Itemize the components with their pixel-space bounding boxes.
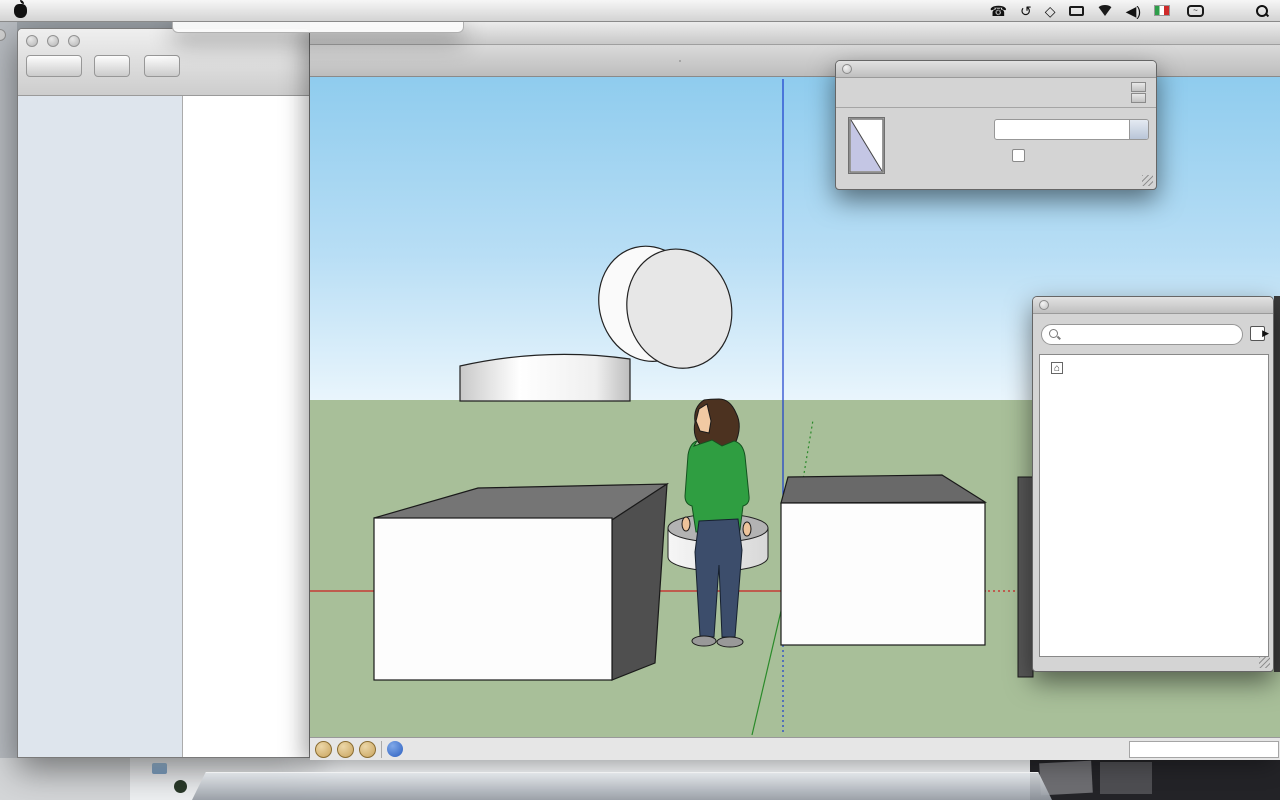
dock-shelf bbox=[192, 772, 1052, 800]
spotlight-icon[interactable] bbox=[1256, 5, 1268, 17]
folder-icon bbox=[152, 763, 167, 774]
background-file-row bbox=[174, 780, 193, 793]
close-window-button[interactable] bbox=[26, 35, 38, 47]
filter-button[interactable] bbox=[1250, 326, 1265, 341]
outliner-tree: ⌂ bbox=[1039, 354, 1269, 657]
help-icon[interactable] bbox=[387, 741, 403, 757]
entity-info-panel bbox=[835, 60, 1157, 190]
time-machine-status-icon[interactable]: ↺ bbox=[1020, 4, 1032, 18]
divider bbox=[381, 741, 382, 758]
background-window-right-edge bbox=[1274, 296, 1280, 672]
user-switch-status-icon[interactable]: ~ bbox=[1187, 5, 1204, 17]
path-button[interactable] bbox=[94, 55, 130, 77]
finder-titlebar bbox=[18, 29, 309, 96]
far-right-box-shape[interactable] bbox=[1018, 477, 1033, 677]
cylinder-shape[interactable] bbox=[460, 354, 630, 401]
input-language-menu[interactable] bbox=[1154, 5, 1174, 16]
phone-status-icon[interactable]: ☎ bbox=[990, 4, 1007, 18]
outliner-panel: ⌂ bbox=[1032, 296, 1274, 672]
italian-flag-icon bbox=[1154, 5, 1170, 16]
action-button[interactable] bbox=[144, 55, 180, 77]
left-box-shape[interactable] bbox=[374, 484, 667, 680]
credits-badge-icon[interactable] bbox=[337, 741, 354, 758]
layer-dropdown[interactable] bbox=[994, 119, 1149, 140]
menu-bar: ☎ ↺ ◇ ◀) ~ bbox=[0, 0, 1280, 22]
edit-menu-dropdown bbox=[172, 22, 464, 33]
outliner-titlebar[interactable] bbox=[1033, 297, 1273, 314]
measurements-input[interactable] bbox=[1129, 741, 1279, 758]
accessibility-status-icon[interactable]: ◇ bbox=[1045, 4, 1056, 18]
dock bbox=[192, 760, 1052, 800]
finder-sidebar bbox=[18, 96, 183, 757]
display-status-icon[interactable] bbox=[1069, 6, 1084, 16]
back-forward-buttons[interactable] bbox=[26, 55, 82, 77]
geo-badge-icon[interactable] bbox=[315, 741, 332, 758]
minimize-window-button[interactable] bbox=[47, 35, 59, 47]
wifi-status-icon[interactable] bbox=[1097, 5, 1113, 16]
background-file-row bbox=[148, 763, 173, 774]
resize-grip[interactable] bbox=[1259, 657, 1270, 668]
finder-file-list bbox=[183, 96, 309, 757]
menu-bar-status-area: ☎ ↺ ◇ ◀) ~ bbox=[990, 0, 1280, 21]
panel-collapse-widget[interactable] bbox=[1131, 82, 1146, 103]
google-badge-icon[interactable] bbox=[359, 741, 376, 758]
right-box-shape[interactable] bbox=[781, 475, 985, 645]
search-icon bbox=[1049, 329, 1061, 341]
entity-thumbnail bbox=[848, 117, 885, 174]
chevron-down-icon[interactable] bbox=[1129, 120, 1148, 139]
background-window-bottom-left bbox=[0, 758, 130, 800]
outliner-search-field[interactable] bbox=[1041, 324, 1243, 345]
close-icon[interactable] bbox=[842, 64, 852, 74]
collapse-icon[interactable] bbox=[1131, 82, 1146, 92]
screen: ⌂ ☎ ↺ ◇ ◀) ~ bbox=[0, 0, 1280, 800]
close-icon[interactable] bbox=[1039, 300, 1049, 310]
background-traffic-light bbox=[0, 29, 6, 41]
sketchup-status-bar bbox=[310, 737, 1280, 760]
background-image-window bbox=[1030, 758, 1280, 800]
image-thumbnail bbox=[1100, 762, 1152, 794]
expand-icon[interactable] bbox=[1131, 93, 1146, 103]
resize-grip[interactable] bbox=[1142, 175, 1153, 186]
hidden-checkbox[interactable] bbox=[1012, 149, 1025, 162]
app-file-icon bbox=[174, 780, 187, 793]
background-window-left bbox=[0, 0, 17, 800]
finder-window bbox=[17, 28, 310, 758]
entity-info-titlebar[interactable] bbox=[836, 61, 1156, 78]
entity-count-row bbox=[836, 78, 1156, 108]
view-buttons-group bbox=[679, 60, 681, 62]
tree-root-row[interactable]: ⌂ bbox=[1040, 359, 1268, 377]
apple-menu-icon[interactable] bbox=[14, 4, 27, 18]
volume-status-icon[interactable]: ◀) bbox=[1126, 4, 1141, 18]
green-axis bbox=[752, 611, 781, 735]
zoom-window-button[interactable] bbox=[68, 35, 80, 47]
model-home-icon: ⌂ bbox=[1051, 362, 1063, 374]
